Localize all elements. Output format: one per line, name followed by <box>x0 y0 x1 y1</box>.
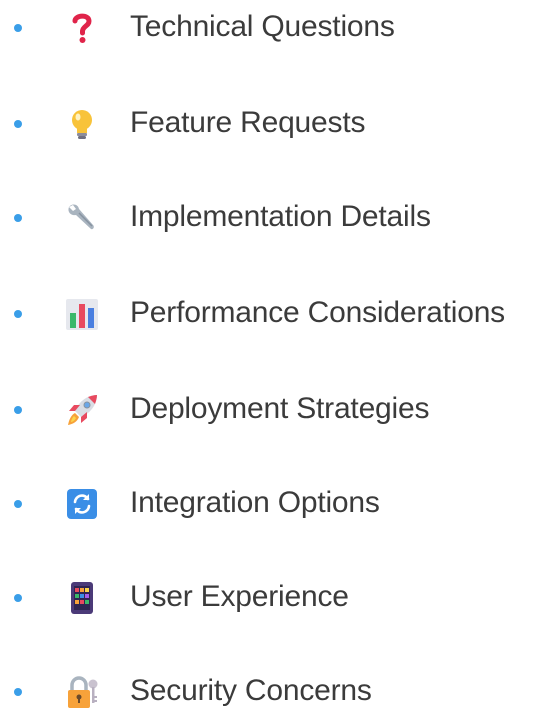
light-bulb-icon <box>64 106 100 142</box>
bullet-dot <box>14 214 22 222</box>
bullet-dot <box>14 120 22 128</box>
list-item: Integration Options <box>0 474 545 534</box>
wrench-icon <box>64 200 100 236</box>
bullet-dot <box>14 406 22 414</box>
list-item: Performance Considerations <box>0 284 545 344</box>
mobile-app-grid-icon <box>64 580 100 616</box>
list-item-label: Implementation Details <box>130 200 431 233</box>
list-item: Feature Requests <box>0 94 545 154</box>
bullet-dot <box>14 310 22 318</box>
list-item: Technical Questions <box>0 0 545 58</box>
list-item-label: Technical Questions <box>130 10 395 43</box>
question-mark-icon <box>64 10 100 46</box>
bullet-dot <box>14 688 22 696</box>
list-item-label: Feature Requests <box>130 106 366 139</box>
list-item-label: User Experience <box>130 580 349 613</box>
list-item: Security Concerns <box>0 662 545 722</box>
list-item-label: Deployment Strategies <box>130 392 430 425</box>
bullet-dot <box>14 500 22 508</box>
bullet-dot <box>14 24 22 32</box>
list-item-label: Performance Considerations <box>130 296 505 329</box>
list-item: Deployment Strategies <box>0 380 545 440</box>
topic-list: Technical Questions Feature Requests Imp… <box>0 0 545 711</box>
padlock-key-icon <box>64 674 100 710</box>
list-item-label: Integration Options <box>130 486 380 519</box>
list-item: User Experience <box>0 568 545 628</box>
refresh-arrows-icon <box>64 486 100 522</box>
bar-chart-icon <box>64 296 100 332</box>
list-item-label: Security Concerns <box>130 674 372 707</box>
rocket-icon <box>64 392 100 428</box>
list-item: Implementation Details <box>0 188 545 248</box>
bullet-dot <box>14 594 22 602</box>
